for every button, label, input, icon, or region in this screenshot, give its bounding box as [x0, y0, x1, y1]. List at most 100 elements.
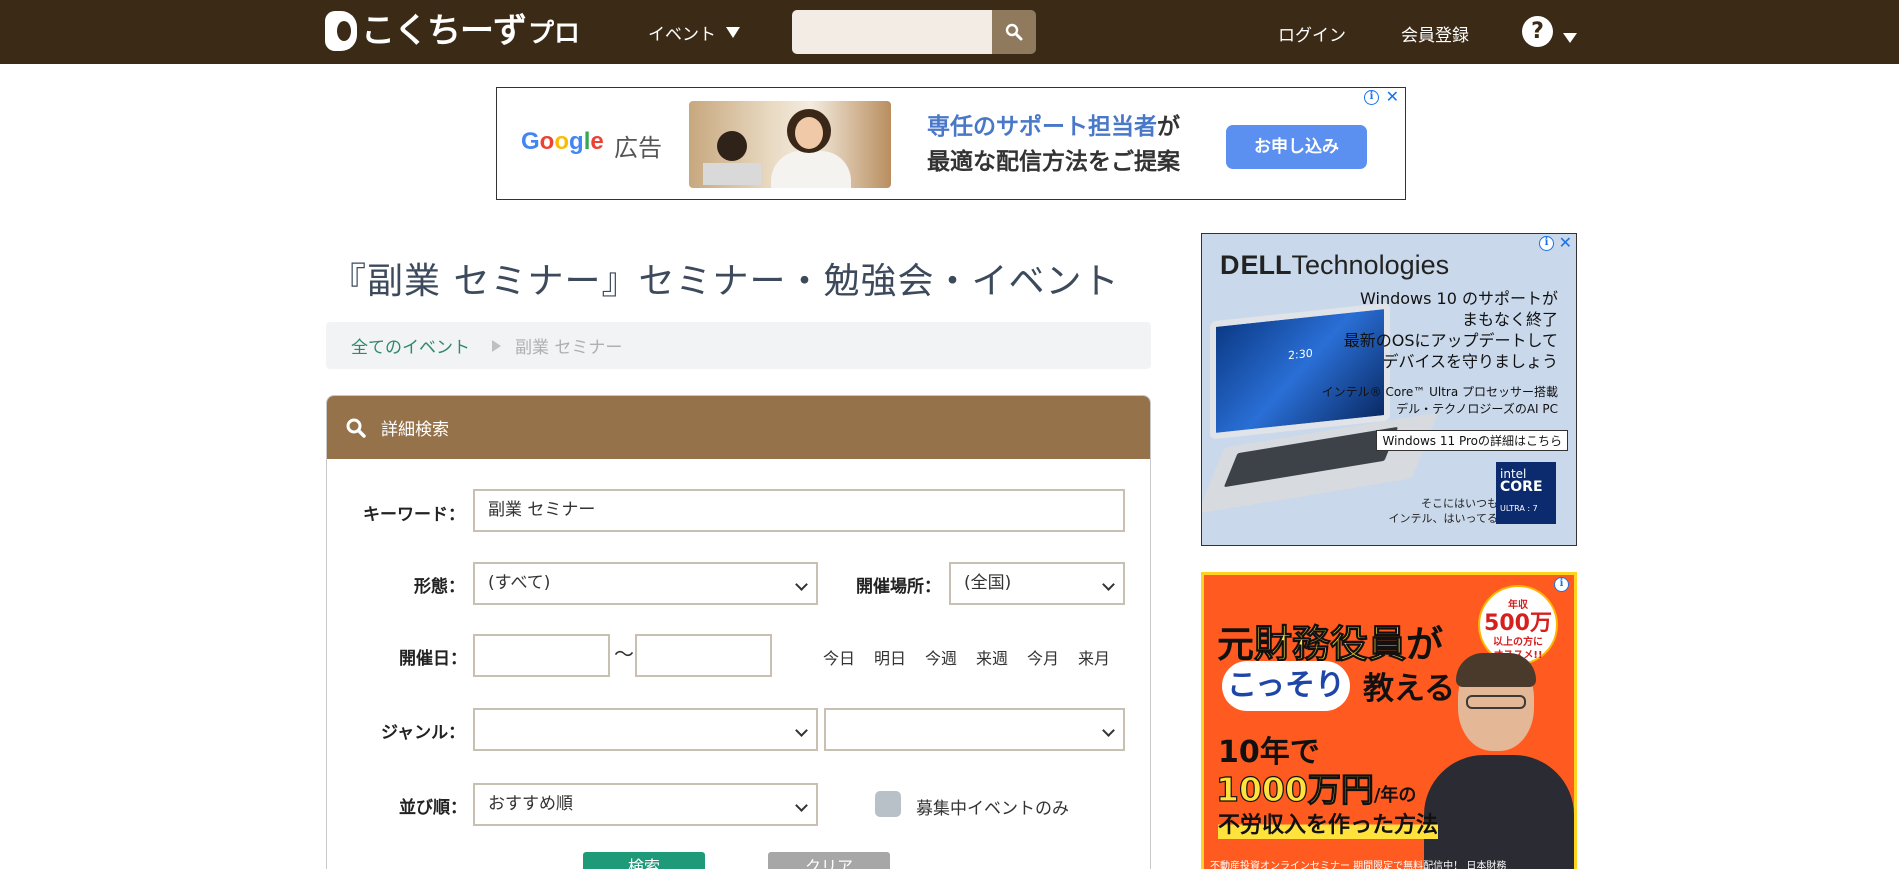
- help-icon[interactable]: ?: [1522, 16, 1553, 47]
- ad-badge-line2: 500万: [1484, 611, 1552, 636]
- type-label: 形態：: [414, 577, 465, 597]
- ad-amount-suffix: /年の: [1373, 785, 1417, 806]
- dell-copy-line3: 最新のOSにアップデートして: [1343, 331, 1558, 350]
- dell-copy-line4: デバイスを守りましょう: [1382, 352, 1558, 371]
- place-select[interactable]: (全国): [949, 562, 1125, 605]
- dell-copy-line2: まもなく終了: [1461, 310, 1558, 329]
- search-icon: [1005, 23, 1023, 41]
- seminar-ad[interactable]: i 年収 500万 以上の方に オススメ!! 元財務役員が こっそり 教える 1…: [1201, 572, 1577, 869]
- header-search-button[interactable]: [992, 10, 1036, 54]
- sort-select[interactable]: おすすめ順: [473, 783, 818, 826]
- ad-amount: 1000万円/年の: [1215, 763, 1417, 811]
- advanced-search-panel: 詳細検索 キーワード： 副業 セミナー 形態： (すべて) 開催場所： (全国)…: [326, 395, 1151, 869]
- date-label: 開催日：: [399, 649, 467, 669]
- dell-ad-note: そこにはいつも インテル、はいってる: [1389, 496, 1498, 526]
- ad-apply-button[interactable]: お申し込み: [1226, 125, 1367, 169]
- ad-person-photo: [1424, 653, 1574, 869]
- ad-footer: 不動産投資オンラインセミナー 期間限定で無料配信中！ 日本財務: [1210, 861, 1507, 869]
- sort-select-value: おすすめ順: [488, 794, 573, 814]
- dell-ad-copy: Windows 10 のサポートが まもなく終了 最新のOSにアップデートして …: [1344, 288, 1558, 372]
- dell-small-line1: インテル® Core™ Ultra プロセッサー搭載: [1321, 385, 1558, 399]
- top-banner-ad[interactable]: i ✕ Google 広告 専任のサポート担当者が 最適な配信方法をご提案 お申…: [496, 87, 1406, 200]
- dell-logo-rest: Technologies: [1291, 250, 1450, 280]
- dell-logo: DELLTechnologies: [1220, 250, 1449, 281]
- dell-ad[interactable]: i ✕ DELLTechnologies 2:30 Windows 10 のサポ…: [1201, 233, 1577, 546]
- quick-date-this-week[interactable]: 今週: [925, 645, 957, 669]
- intel-badge-line3: ULTRA : 7: [1500, 504, 1538, 513]
- place-label: 開催場所：: [856, 577, 941, 597]
- ad-copy-line1-rest: が: [1157, 114, 1180, 140]
- ad-amount-value: 1000万円: [1215, 769, 1374, 809]
- ad-headline-b: 財務役員: [1253, 622, 1407, 667]
- logo-text: こくちーず: [361, 11, 527, 51]
- site-header: こくちーず プロ イベント ログイン 会員登録 ?: [0, 0, 1899, 64]
- login-link[interactable]: ログイン: [1278, 21, 1346, 46]
- type-select[interactable]: (すべて): [473, 562, 818, 605]
- breadcrumb-current: 副業 セミナー: [515, 338, 623, 358]
- help-caret-down-icon[interactable]: [1563, 33, 1577, 43]
- ad-close-icon[interactable]: ✕: [1559, 235, 1572, 251]
- google-logo: Google: [521, 128, 604, 155]
- breadcrumb-home-link[interactable]: 全てのイベント: [351, 333, 470, 358]
- sort-label: 並び順：: [399, 798, 467, 818]
- ad-photo: [689, 101, 891, 188]
- quick-date-tomorrow[interactable]: 明日: [874, 645, 906, 669]
- ad-label: 広告: [614, 134, 662, 162]
- genre-select-secondary[interactable]: [824, 708, 1125, 751]
- dell-note-line1: そこにはいつも: [1421, 497, 1498, 510]
- advanced-search-heading: 詳細検索: [381, 420, 449, 440]
- place-select-value: (全国): [964, 573, 1012, 593]
- dell-note-line2: インテル、はいってる: [1388, 512, 1498, 525]
- date-range-separator: 〜: [614, 642, 634, 666]
- advanced-search-header: 詳細検索: [327, 396, 1150, 459]
- quick-date-this-month[interactable]: 今月: [1027, 645, 1059, 669]
- quick-date-next-month[interactable]: 来月: [1078, 645, 1110, 669]
- nav-event-menu[interactable]: イベント: [648, 20, 740, 45]
- breadcrumb-separator-icon: [492, 339, 501, 352]
- keyword-label: キーワード：: [363, 505, 465, 525]
- caret-down-icon: [726, 27, 740, 38]
- nav-event-label: イベント: [648, 25, 716, 45]
- genre-label: ジャンル：: [381, 723, 466, 743]
- ad-speech-bubble: こっそり: [1222, 661, 1350, 711]
- breadcrumb: 全てのイベント 副業 セミナー: [326, 322, 1151, 369]
- date-to-input[interactable]: [635, 634, 772, 677]
- ad-badge-line3: 以上の方に: [1493, 637, 1543, 648]
- dell-logo-d: D: [1220, 250, 1241, 280]
- dell-ad-small: インテル® Core™ Ultra プロセッサー搭載 デル・テクノロジーズのAI…: [1322, 384, 1558, 418]
- site-logo[interactable]: こくちーず プロ: [325, 9, 580, 53]
- open-only-checkbox[interactable]: [875, 791, 901, 817]
- ad-headline-c: が: [1406, 623, 1444, 666]
- ad-teach-text: 教える: [1363, 671, 1456, 707]
- search-icon: [346, 418, 366, 438]
- ad-info-icon[interactable]: i: [1364, 90, 1379, 105]
- ad-headline-a: 元: [1217, 623, 1254, 666]
- intel-badge-line2: CORE: [1500, 479, 1543, 495]
- type-select-value: (すべて): [488, 573, 551, 593]
- clear-button[interactable]: クリア: [768, 852, 890, 869]
- dell-small-line2: デル・テクノロジーズのAI PC: [1396, 402, 1558, 416]
- keyword-input[interactable]: 副業 セミナー: [473, 489, 1125, 532]
- ad-copy-line2: 最適な配信方法をご提案: [927, 149, 1180, 175]
- search-button[interactable]: 検索: [583, 852, 705, 869]
- ad-info-icon[interactable]: i: [1554, 577, 1569, 592]
- ad-close-icon[interactable]: ✕: [1386, 89, 1399, 105]
- dell-copy-line1: Windows 10 のサポートが: [1360, 289, 1558, 308]
- header-search-input[interactable]: [792, 10, 992, 54]
- date-from-input[interactable]: [473, 634, 610, 677]
- signup-link[interactable]: 会員登録: [1401, 21, 1469, 46]
- quick-date-next-week[interactable]: 来週: [976, 645, 1008, 669]
- ad-info-icon[interactable]: i: [1539, 236, 1554, 251]
- laptop-clock: 2:30: [1288, 346, 1313, 363]
- ad-copy-highlight: 専任のサポート担当者: [927, 114, 1157, 140]
- genre-select-primary[interactable]: [473, 708, 818, 751]
- ad-headline: 元財務役員が: [1217, 613, 1443, 668]
- ad-line3: 不労収入を作った方法: [1218, 807, 1439, 839]
- dell-logo-ell: ELL: [1240, 250, 1292, 280]
- quick-date-today[interactable]: 今日: [823, 645, 855, 669]
- logo-mark-icon: [325, 11, 357, 51]
- dell-details-link[interactable]: Windows 11 Proの詳細はこちら: [1376, 430, 1568, 451]
- open-only-label[interactable]: 募集中イベントのみ: [916, 794, 1069, 819]
- logo-sub-text: プロ: [528, 19, 581, 49]
- page-title: 『副業 セミナー』セミナー・勉強会・イベント: [330, 261, 1120, 302]
